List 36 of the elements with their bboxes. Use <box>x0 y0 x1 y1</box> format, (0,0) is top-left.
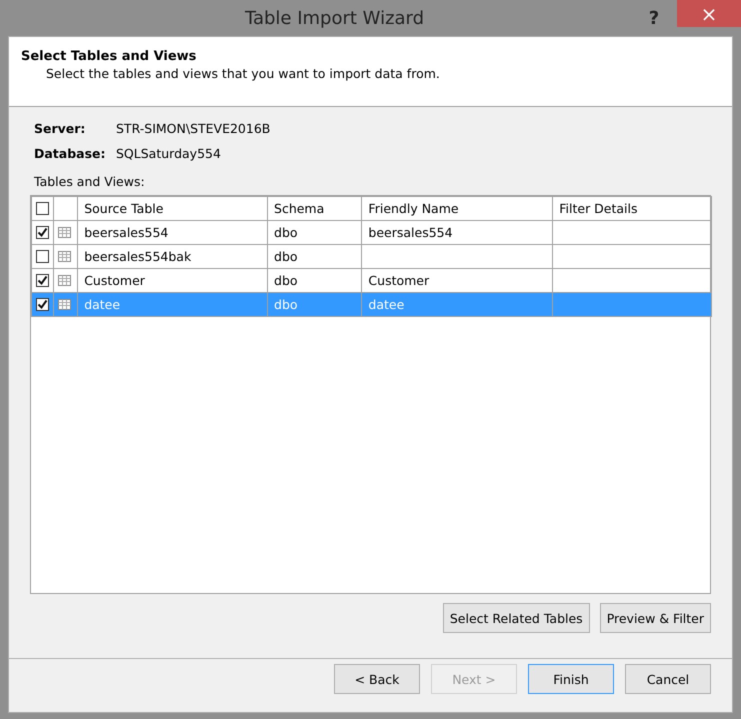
table-icon <box>58 227 72 238</box>
info-label: Database: <box>34 146 107 161</box>
table-icon <box>58 275 72 286</box>
close-button[interactable]: × <box>677 0 741 27</box>
table-cell: beersales554 <box>362 220 553 244</box>
column-header[interactable]: Source Table <box>78 196 268 220</box>
info-value: STR-SIMON\STEVE2016B <box>116 121 270 136</box>
nav-button[interactable]: < Back <box>334 664 420 694</box>
table-cell: dbo <box>268 292 362 316</box>
tables-label: Tables and Views: <box>34 174 146 189</box>
column-header[interactable]: Filter Details <box>552 196 712 220</box>
checkbox[interactable] <box>36 202 49 215</box>
nav-button[interactable]: Cancel <box>625 664 711 694</box>
column-header[interactable]: Schema <box>268 196 362 220</box>
table-cell: dbo <box>268 244 362 268</box>
page-subtitle: Select the tables and views that you want to import data from. <box>46 66 441 81</box>
checkbox[interactable] <box>36 274 49 287</box>
table-cell: datee <box>362 292 553 316</box>
table-icon <box>58 299 72 310</box>
info-label: Server: <box>34 121 86 136</box>
checkbox[interactable] <box>36 226 49 239</box>
table-cell: dbo <box>268 220 362 244</box>
help-button[interactable]: ? <box>639 8 669 28</box>
info-value: SQLSaturday554 <box>116 146 222 161</box>
checkbox[interactable] <box>36 298 49 311</box>
table-icon <box>58 251 72 262</box>
window-title: Table Import Wizard <box>244 8 426 28</box>
table-cell: beersales554bak <box>78 244 268 268</box>
table-cell: datee <box>78 292 268 316</box>
table-cell: beersales554 <box>78 220 268 244</box>
action-button[interactable]: Select Related Tables <box>442 603 590 633</box>
action-button[interactable]: Preview & Filter <box>600 603 711 633</box>
page-title: Select Tables and Views <box>21 49 198 64</box>
checkbox[interactable] <box>36 250 49 263</box>
nav-button[interactable]: Finish <box>528 664 614 694</box>
column-header[interactable]: Friendly Name <box>362 196 553 220</box>
